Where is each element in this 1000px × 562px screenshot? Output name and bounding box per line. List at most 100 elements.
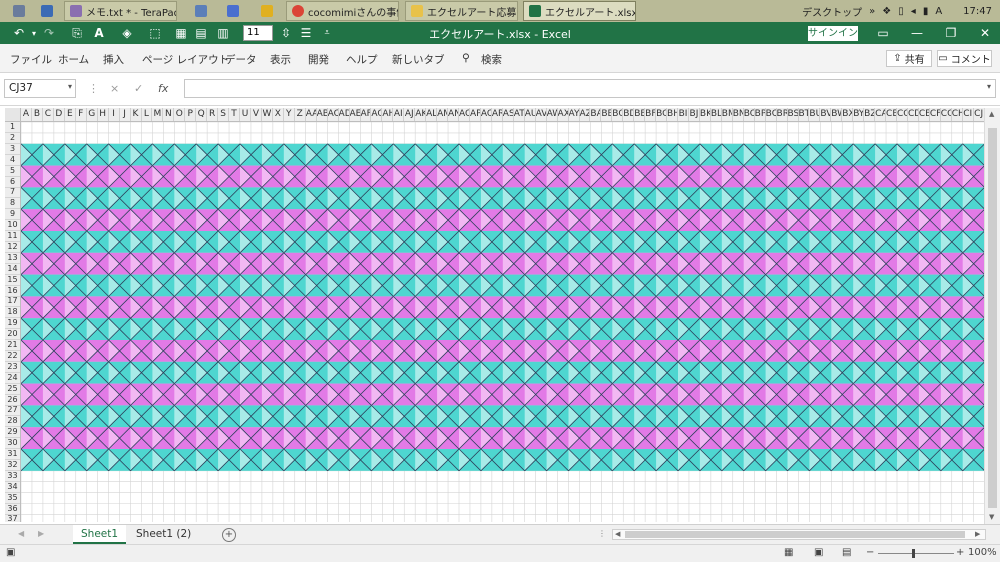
row-header[interactable]: 27 [5,405,20,417]
font-color-icon[interactable]: A [90,24,108,42]
column-header[interactable]: AL [426,108,438,121]
row-header[interactable]: 30 [5,438,20,450]
desktop-toolbar-label[interactable]: デスクトップ [802,4,862,19]
tab-view[interactable]: 表示 [270,52,291,67]
column-header[interactable]: CF [930,108,941,121]
zoom-in-icon[interactable]: + [956,547,964,558]
align-icon[interactable]: ☰ [298,24,314,42]
search-label[interactable]: 検索 [481,52,502,67]
column-header[interactable]: X [273,108,284,121]
network-icon[interactable]: ▮ [923,6,929,17]
taskbar-task-calendar[interactable] [222,1,244,21]
undo-dropdown-icon[interactable]: ▾ [28,24,40,42]
column-header[interactable]: CG [941,108,952,121]
column-header[interactable]: AZ [579,108,591,121]
format-painter-icon[interactable]: ⎘ [68,24,86,42]
column-header[interactable]: A [21,108,32,121]
close-icon[interactable]: ✕ [968,22,1000,44]
column-header[interactable]: BF [645,108,657,121]
column-header[interactable]: AM [437,108,449,121]
vertical-scrollbar[interactable]: ▲ ▼ [984,108,1000,526]
ribbon-display-icon[interactable]: ▭ [866,22,900,44]
row-header[interactable]: 28 [5,416,20,428]
column-header[interactable]: AV [536,108,547,121]
customize-qat-icon[interactable]: ⩡ [320,24,334,42]
grid-icon[interactable]: ▦ [172,24,190,42]
scroll-left-icon[interactable]: ◀ [615,530,620,538]
column-header[interactable]: O [174,108,186,121]
tab-insert[interactable]: 挿入 [103,52,124,67]
column-header[interactable]: H [98,108,109,121]
zoom-slider[interactable] [878,553,954,554]
zoom-slider-knob[interactable] [912,549,915,558]
column-header[interactable]: BU [809,108,821,121]
column-header[interactable]: Y [284,108,295,121]
column-header[interactable]: P [185,108,197,121]
sheet-next-icon[interactable]: ▶ [38,529,44,538]
row-header[interactable]: 37 [5,514,20,522]
macro-record-icon[interactable]: ▣ [6,547,15,558]
expand-formula-icon[interactable]: ▾ [987,82,991,91]
row-header[interactable]: 16 [5,286,20,297]
zoom-level[interactable]: 100% [968,547,997,558]
battery-icon[interactable]: ▯ [898,6,904,17]
column-header[interactable]: CC [897,108,908,121]
table-icon[interactable]: ▤ [192,24,210,42]
row-header[interactable]: 34 [5,482,20,493]
column-header[interactable]: AX [558,108,569,121]
column-header[interactable]: R [207,108,219,121]
volume-icon[interactable]: ◂ [911,6,916,17]
column-header[interactable]: W [262,108,273,121]
column-header[interactable]: AD [339,108,350,121]
column-header[interactable]: BI [678,108,689,121]
row-header[interactable]: 33 [5,471,20,482]
column-header[interactable]: AB [317,108,328,121]
name-box-dropdown-icon[interactable]: ▾ [68,82,72,91]
column-header[interactable]: L [141,108,153,121]
row-header[interactable]: 8 [5,198,20,210]
show-desktop-slot[interactable] [36,1,56,21]
column-header[interactable]: CH [952,108,963,121]
column-header[interactable]: AQ [481,108,492,121]
column-header[interactable]: BW [831,108,843,121]
column-header[interactable]: BE [634,108,646,121]
zoom-out-icon[interactable]: − [866,547,874,558]
row-header[interactable]: 18 [5,307,20,319]
row-header[interactable]: 2 [5,133,20,144]
column-header[interactable]: AU [525,108,536,121]
taskbar-task-excel[interactable]: エクセルアート.xlsx - ... [523,1,636,21]
column-header[interactable]: AY [569,108,580,121]
row-header[interactable]: 36 [5,504,20,515]
column-header[interactable]: BS [788,108,799,121]
column-header[interactable]: BM [722,108,733,121]
tab-help[interactable]: ヘルプ [346,52,378,67]
page-layout-view-icon[interactable]: ▣ [814,547,823,558]
normal-view-icon[interactable]: ▦ [784,547,793,558]
name-box[interactable]: CJ37 ▾ [4,79,76,98]
column-header[interactable]: CB [886,108,898,121]
row-header[interactable]: 19 [5,318,20,330]
column-header[interactable]: AJ [404,108,416,121]
column-header[interactable]: F [76,108,87,121]
column-header[interactable]: Q [196,108,208,121]
tab-new[interactable]: 新しいタブ [392,52,445,67]
merge-icon[interactable]: ▥ [214,24,232,42]
column-header[interactable]: AW [547,108,558,121]
column-header[interactable]: BZ [864,108,876,121]
ime-indicator[interactable]: A [935,6,942,17]
column-header[interactable]: T [229,108,241,121]
scroll-up-icon[interactable]: ▲ [989,110,994,118]
taskbar-task-terapad[interactable]: メモ.txt * - TeraPad [64,1,177,21]
row-header[interactable]: 10 [5,220,20,232]
border-icon[interactable]: ⬚ [146,24,164,42]
row-header[interactable]: 15 [5,275,20,286]
column-header[interactable]: AR [492,108,503,121]
column-header[interactable]: Z [295,108,306,121]
horizontal-scrollbar[interactable]: ◀ ▶ [612,529,986,540]
column-header[interactable]: AT [514,108,525,121]
select-all-corner[interactable] [5,108,21,122]
column-header[interactable]: AI [393,108,405,121]
tab-data[interactable]: データ [225,52,257,67]
minimize-icon[interactable]: — [900,22,934,44]
row-header[interactable]: 7 [5,187,20,199]
